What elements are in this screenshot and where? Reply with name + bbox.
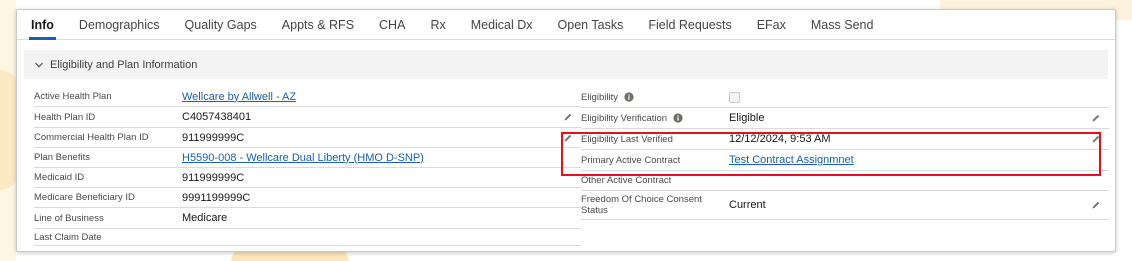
tab-rx[interactable]: Rx: [430, 10, 445, 39]
tab-cha[interactable]: CHA: [379, 10, 405, 39]
field-value-link[interactable]: Wellcare by Allwell - AZ: [182, 91, 296, 103]
field-row-plan-benefits: Plan Benefits H5590-008 - Wellcare Dual L…: [34, 148, 581, 168]
field-label-text: Active Health Plan: [34, 91, 112, 102]
section-header-eligibility[interactable]: Eligibility and Plan Information: [24, 50, 1108, 79]
field-label-text: Eligibility Last Verified: [581, 133, 673, 145]
field-row-medicaid-id: Medicaid ID 911999999C: [34, 168, 581, 188]
field-label: Plan Benefits: [34, 152, 182, 163]
field-row-health-plan-id: Health Plan ID C4057438401: [34, 107, 581, 128]
tab-medical-dx[interactable]: Medical Dx: [471, 10, 533, 39]
field-label-text: Freedom Of Choice Consent Status: [581, 194, 702, 216]
field-label: Freedom Of Choice Consent Status: [581, 194, 729, 216]
field-label-text: Commercial Health Plan ID: [34, 132, 149, 143]
edit-pencil-icon[interactable]: [1091, 200, 1101, 210]
field-value-link[interactable]: Test Contract Assignmnet: [729, 154, 854, 166]
field-label: Last Claim Date: [34, 232, 182, 243]
edit-pencil-icon[interactable]: [1091, 134, 1101, 144]
left-field-column: Active Health Plan Wellcare by Allwell - …: [34, 87, 581, 246]
field-row-active-health-plan: Active Health Plan Wellcare by Allwell - …: [34, 87, 581, 107]
field-value: Eligible: [729, 112, 765, 124]
section-title: Eligibility and Plan Information: [50, 58, 198, 71]
chevron-down-icon: [34, 60, 44, 70]
field-row-freedom-of-choice-consent-status: Freedom Of Choice Consent Status Current: [581, 191, 1109, 220]
right-field-column: Eligibility Eligibility Verification Eligi…: [581, 87, 1109, 220]
field-label-text: Primary Active Contract: [581, 154, 681, 166]
tab-demographics[interactable]: Demographics: [79, 10, 160, 39]
tab-bar: Info Demographics Quality Gaps Appts & R…: [17, 10, 1115, 40]
field-label: Health Plan ID: [34, 112, 182, 123]
tab-quality-gaps[interactable]: Quality Gaps: [185, 10, 257, 39]
field-row-other-active-contract: Other Active Contract: [581, 171, 1109, 191]
field-label: Other Active Contract: [581, 175, 729, 186]
field-label: Eligibility Verification: [581, 113, 729, 124]
field-value: 9991199999C: [182, 191, 251, 204]
field-value-link[interactable]: H5590-008 - Wellcare Dual Liberty (HMO D…: [182, 152, 424, 164]
field-value: C4057438401: [182, 111, 252, 123]
edit-pencil-icon[interactable]: [563, 133, 573, 143]
eligibility-checkbox[interactable]: [729, 91, 740, 103]
edit-pencil-icon[interactable]: [563, 112, 573, 122]
info-icon[interactable]: [624, 92, 634, 102]
field-label-text: Plan Benefits: [34, 152, 90, 163]
field-row-eligibility-last-verified: Eligibility Last Verified 12/12/2024, 9:5…: [581, 129, 1109, 150]
field-label-text: Eligibility: [581, 91, 618, 103]
field-label-text: Medicaid ID: [34, 172, 85, 183]
tab-appts-rfs[interactable]: Appts & RFS: [282, 10, 354, 39]
field-value: 911999999C: [182, 171, 245, 184]
field-row-commercial-health-plan-id: Commercial Health Plan ID 911999999C: [34, 128, 581, 148]
tab-open-tasks[interactable]: Open Tasks: [558, 10, 624, 39]
field-label: Line of Business: [34, 213, 182, 224]
field-label-text: Eligibility Verification: [581, 112, 668, 124]
field-value: Current: [729, 199, 766, 211]
edit-pencil-icon[interactable]: [1091, 113, 1101, 123]
tab-mass-send[interactable]: Mass Send: [811, 10, 874, 39]
field-row-medicare-beneficiary-id: Medicare Beneficiary ID 9991199999C: [34, 188, 581, 208]
field-row-line-of-business: Line of Business Medicare: [34, 208, 581, 229]
field-label-text: Last Claim Date: [34, 231, 102, 243]
field-row-eligibility-verification: Eligibility Verification Eligible: [581, 108, 1109, 129]
field-label-text: Health Plan ID: [34, 111, 96, 123]
field-label: Commercial Health Plan ID: [34, 132, 182, 143]
field-label: Medicaid ID: [34, 172, 182, 183]
field-label-text: Line of Business: [34, 212, 104, 224]
field-row-eligibility: Eligibility: [581, 87, 1109, 108]
field-label-text: Medicare Beneficiary ID: [34, 192, 135, 203]
field-row-last-claim-date: Last Claim Date: [34, 229, 581, 246]
field-label: Medicare Beneficiary ID: [34, 192, 182, 203]
field-label-text: Other Active Contract: [581, 175, 672, 186]
field-value: 911999999C: [182, 131, 245, 144]
tab-efax[interactable]: EFax: [757, 10, 786, 39]
field-label: Active Health Plan: [34, 91, 182, 102]
field-value: 12/12/2024, 9:53 AM: [729, 133, 831, 145]
tab-field-requests[interactable]: Field Requests: [648, 10, 731, 39]
info-icon[interactable]: [673, 113, 683, 123]
field-label: Primary Active Contract: [581, 155, 729, 166]
record-detail-card: Info Demographics Quality Gaps Appts & R…: [16, 9, 1116, 252]
field-label: Eligibility: [581, 92, 729, 103]
field-row-primary-active-contract: Primary Active Contract Test Contract Ass…: [581, 150, 1109, 171]
tab-info[interactable]: Info: [29, 10, 56, 40]
field-label: Eligibility Last Verified: [581, 134, 729, 145]
field-value: Medicare: [182, 212, 228, 224]
